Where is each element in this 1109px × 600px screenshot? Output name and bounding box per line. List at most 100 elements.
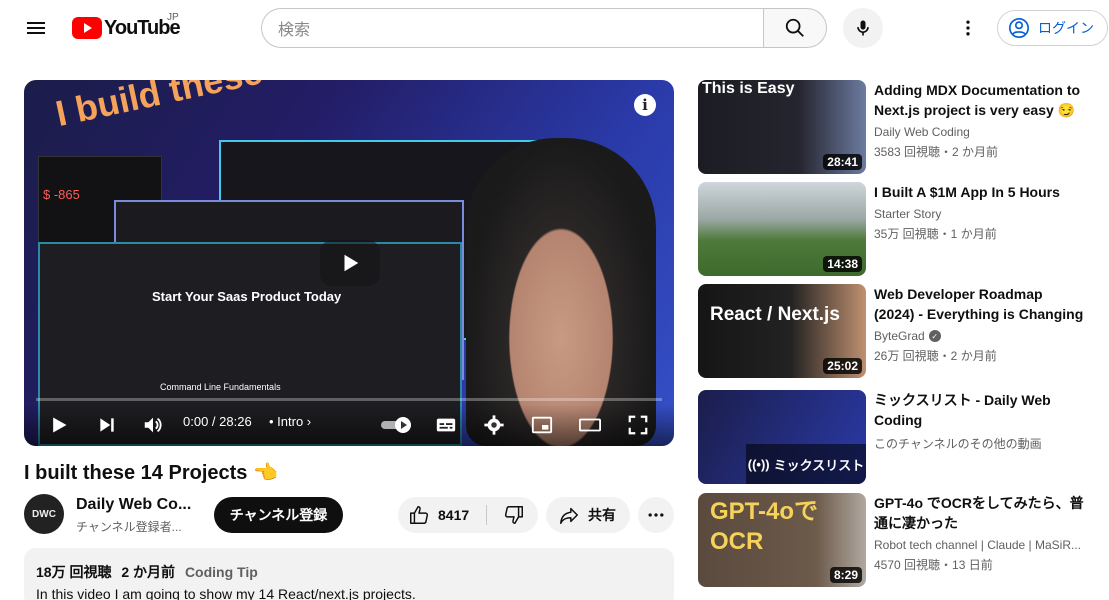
share-icon	[560, 507, 578, 524]
thumbnail-screen-title: Start Your Saas Product Today	[152, 289, 342, 304]
theater-mode-button[interactable]	[575, 411, 605, 439]
hamburger-menu-button[interactable]	[16, 8, 56, 48]
recommendation-title[interactable]: Web Developer Roadmap (2024) - Everythin…	[874, 284, 1086, 324]
mute-button[interactable]	[138, 411, 168, 439]
recommendation-channel-name: このチャンネルのその他の動画	[874, 437, 1042, 451]
play-icon	[53, 417, 67, 433]
progress-bar[interactable]	[36, 398, 662, 401]
recommendation-thumbnail[interactable]: This is Easy 28:41	[698, 80, 866, 174]
thumbs-down-icon	[504, 506, 523, 524]
settings-button[interactable]	[479, 411, 509, 439]
duration-badge: 8:29	[829, 567, 862, 583]
recommendation-channel-name: ByteGrad	[874, 329, 925, 343]
more-horiz-icon	[648, 513, 664, 517]
thumbnail-text: GPT-4oで OCR	[710, 498, 819, 555]
recommendation-title[interactable]: ミックスリスト - Daily Web Coding	[874, 390, 1086, 430]
thumbs-up-icon	[410, 506, 429, 524]
youtube-play-logo-icon	[72, 17, 102, 39]
search-placeholder: 検索	[278, 22, 311, 39]
play-icon	[344, 254, 359, 272]
subtitles-button[interactable]	[431, 411, 461, 439]
autoplay-toggle[interactable]	[379, 411, 415, 439]
mix-overlay: ((•)) ミックスリスト	[746, 444, 866, 484]
dislike-button[interactable]	[494, 497, 534, 533]
duration-badge: 28:41	[823, 154, 862, 170]
duration-badge: 14:38	[823, 256, 862, 272]
like-button[interactable]: 8417	[398, 497, 486, 533]
mix-icon: ((•))	[747, 456, 770, 472]
like-dislike-group: 8417	[398, 497, 538, 533]
channel-avatar[interactable]: DWC	[24, 494, 64, 534]
recommendation-stats: 4570 回視聴・13 日前	[874, 558, 993, 572]
recommendation-item[interactable]: This is Easy 28:41 Adding MDX Documentat…	[698, 80, 1088, 174]
miniplayer-button[interactable]	[527, 411, 557, 439]
volume-icon	[144, 417, 162, 433]
recommendation-thumbnail[interactable]: ((•)) ミックスリスト	[698, 390, 866, 484]
voice-search-button[interactable]	[843, 8, 883, 48]
mix-playlist-item[interactable]: ((•)) ミックスリスト ミックスリスト - Daily Web Coding…	[698, 390, 1088, 484]
recommendation-item[interactable]: 14:38 I Built A $1M App In 5 Hours Start…	[698, 182, 1088, 276]
recommendation-stats: 35万 回視聴・1 か月前	[874, 227, 997, 241]
menu-icon	[27, 22, 45, 34]
recommendation-channel: このチャンネルのその他の動画	[874, 435, 1042, 452]
duration-badge: 25:02	[823, 358, 862, 374]
like-divider	[486, 505, 487, 525]
recommendation-channel[interactable]: Starter Story	[874, 207, 941, 221]
mix-label: ミックスリスト	[773, 457, 865, 473]
hashtag-link[interactable]: Coding Tip	[185, 564, 258, 580]
youtube-logo[interactable]: YouTube	[72, 16, 181, 40]
player-controls: 0:00 / 28:26 • Intro ›	[24, 404, 674, 446]
search-input[interactable]: 検索	[261, 8, 764, 48]
time-display: 0:00 / 28:26	[183, 414, 252, 429]
recommendation-thumbnail[interactable]: 14:38	[698, 182, 866, 276]
channel-avatar-text: DWC	[32, 508, 56, 520]
recommendation-channel[interactable]: Daily Web Coding	[874, 125, 970, 139]
video-title: I built these 14 Projects 👈	[24, 462, 278, 484]
play-button[interactable]	[44, 411, 74, 439]
chevron-right-icon: ›	[303, 414, 312, 429]
video-player[interactable]: $ -865 Start Your Saas Product Today Com…	[24, 80, 674, 446]
chapter-label: Intro	[277, 414, 304, 429]
description-box[interactable]: 18万 回視聴 2 か月前 Coding Tip In this video I…	[24, 548, 674, 600]
thumbnail-text: This is Easy	[702, 80, 795, 97]
settings-more-button[interactable]	[948, 8, 988, 48]
recommendation-stats: 26万 回視聴・2 か月前	[874, 349, 997, 363]
thumbnail-money-text: $ -865	[43, 187, 80, 202]
info-icon[interactable]: i	[634, 94, 656, 116]
theater-mode-icon	[579, 418, 601, 432]
chapter-title[interactable]: • Intro ›	[269, 414, 311, 429]
account-circle-icon	[1009, 18, 1029, 38]
masthead: YouTube JP 検索 ログイン	[0, 0, 1109, 56]
login-button[interactable]: ログイン	[997, 10, 1108, 46]
subscribe-button[interactable]: チャンネル登録	[214, 497, 343, 533]
recommendation-channel-name: Robot tech channel | Claude | MaSiR...	[874, 538, 1082, 552]
login-label: ログイン	[1038, 20, 1094, 36]
recommendation-item[interactable]: React / Next.js 25:02 Web Developer Road…	[698, 284, 1088, 378]
recommendation-thumbnail[interactable]: React / Next.js 25:02	[698, 284, 866, 378]
recommendation-channel[interactable]: Robot tech channel | Claude | MaSiR...	[874, 538, 1081, 552]
share-button[interactable]: 共有	[546, 497, 630, 533]
recommendation-thumbnail[interactable]: GPT-4oで OCR 8:29	[698, 493, 866, 587]
thumbnail-text: React / Next.js	[710, 304, 840, 325]
search-icon	[785, 18, 804, 37]
recommendation-title[interactable]: GPT-4o でOCRをしてみたら、普通に凄かった	[874, 493, 1086, 533]
skip-next-icon	[100, 418, 114, 432]
recommendation-item[interactable]: GPT-4oで OCR 8:29 GPT-4o でOCRをしてみたら、普通に凄か…	[698, 493, 1088, 587]
large-play-button[interactable]	[320, 240, 380, 286]
recommendation-channel-name: Daily Web Coding	[874, 125, 970, 139]
search-button[interactable]	[763, 8, 827, 48]
region-label: JP	[167, 12, 179, 23]
recommendation-channel[interactable]: ByteGrad ✓	[874, 329, 941, 343]
fullscreen-button[interactable]	[623, 411, 653, 439]
verified-badge-icon: ✓	[928, 330, 941, 342]
gear-icon	[484, 415, 504, 435]
thumbnail-screen-section: Command Line Fundamentals	[160, 382, 281, 392]
channel-name-link[interactable]: Daily Web Co...	[76, 496, 191, 514]
recommendation-channel-name: Starter Story	[874, 207, 942, 221]
next-button[interactable]	[92, 411, 122, 439]
view-count: 18万 回視聴	[36, 564, 112, 580]
recommendation-title[interactable]: Adding MDX Documentation to Next.js proj…	[874, 80, 1086, 120]
autoplay-toggle-icon	[381, 417, 411, 433]
more-actions-button[interactable]	[638, 497, 674, 533]
recommendation-title[interactable]: I Built A $1M App In 5 Hours	[874, 182, 1086, 202]
